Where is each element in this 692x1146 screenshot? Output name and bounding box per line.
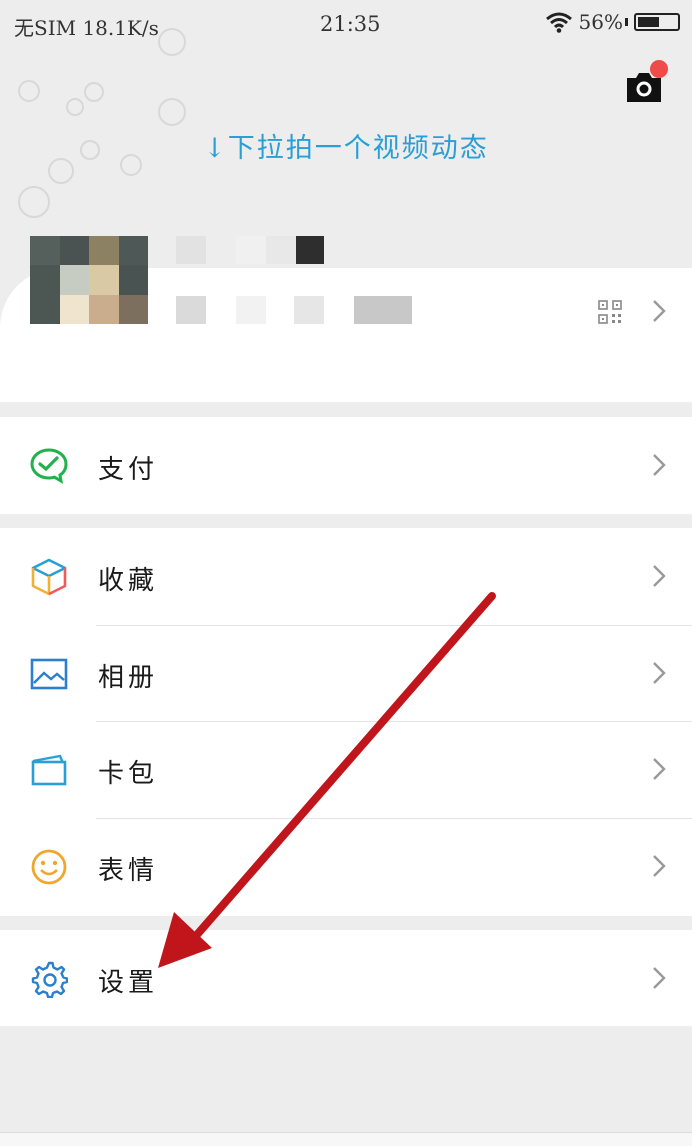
status-bar: 无SIM 18.1K/s 21:35 56% <box>0 0 692 48</box>
menu-label-stickers: 表情 <box>98 856 159 886</box>
menu-item-album[interactable]: 相册 <box>0 625 692 722</box>
picture-icon <box>30 658 68 690</box>
carrier-label: 无SIM <box>14 16 77 40</box>
wechat-id-redacted <box>354 296 412 324</box>
qr-code-icon[interactable] <box>598 300 622 324</box>
battery-cap <box>625 18 628 26</box>
nickname-redacted <box>296 236 324 264</box>
bubble-decoration <box>158 28 186 56</box>
bubble-decoration <box>158 98 186 126</box>
menu-label-favorites: 收藏 <box>98 566 159 596</box>
chevron-right-icon <box>653 454 666 476</box>
bubble-decoration <box>66 98 84 116</box>
wallet-icon <box>31 754 67 786</box>
nickname-redacted <box>266 236 296 264</box>
battery-fill <box>638 17 659 27</box>
battery-percent: 56% <box>578 10 623 34</box>
menu-label-cards: 卡包 <box>98 759 159 789</box>
menu-item-pay[interactable]: 支付 <box>0 417 692 514</box>
avatar[interactable] <box>30 236 148 324</box>
wechat-pay-icon <box>30 448 68 484</box>
menu-label-album: 相册 <box>98 663 159 693</box>
cube-icon <box>31 558 67 596</box>
smiley-icon <box>31 849 67 885</box>
bubble-decoration <box>18 80 40 102</box>
status-right: 56% <box>545 10 680 34</box>
status-carrier-speed: 无SIM 18.1K/s <box>14 12 159 41</box>
bottom-tab-bar-edge <box>0 1132 692 1146</box>
network-speed: 18.1K/s <box>82 16 159 40</box>
wechat-id-redacted <box>236 296 266 324</box>
menu-item-settings[interactable]: 设置 <box>0 930 692 1027</box>
wechat-id-redacted <box>176 296 206 324</box>
menu-item-stickers[interactable]: 表情 <box>0 818 692 915</box>
menu-label-settings: 设置 <box>98 968 159 998</box>
clock: 21:35 <box>320 12 381 36</box>
gear-icon <box>31 961 68 998</box>
wechat-id-redacted <box>294 296 324 324</box>
nickname-redacted <box>176 236 206 264</box>
nickname-redacted <box>236 236 266 264</box>
chevron-right-icon <box>653 758 666 780</box>
chevron-right-icon <box>653 855 666 877</box>
chevron-right-icon <box>653 565 666 587</box>
pull-down-hint: ↓下拉拍一个视频动态 <box>203 133 489 164</box>
bubble-decoration <box>18 186 50 218</box>
menu-label-pay: 支付 <box>98 455 159 485</box>
chevron-right-icon <box>653 300 666 322</box>
chevron-right-icon <box>653 967 666 989</box>
menu-item-favorites[interactable]: 收藏 <box>0 528 692 625</box>
chevron-right-icon <box>653 662 666 684</box>
notification-dot <box>650 60 668 78</box>
menu-item-cards[interactable]: 卡包 <box>0 721 692 818</box>
bubble-decoration <box>84 82 104 102</box>
wifi-icon <box>545 12 572 33</box>
battery-icon <box>634 13 680 31</box>
